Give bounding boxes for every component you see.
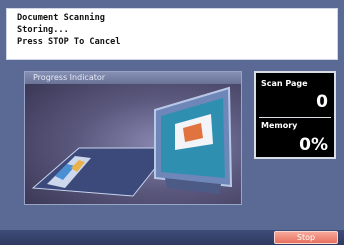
stop-button[interactable]: Stop (274, 231, 338, 244)
progress-indicator-title: Progress Indicator (25, 72, 241, 84)
scan-page-label: Scan Page (261, 79, 308, 88)
scan-counter-box: Scan Page 0 Memory 0% (254, 71, 336, 159)
memory-label: Memory (261, 121, 298, 130)
scanner-platen (31, 147, 173, 197)
status-line-instruction: Press STOP To Cancel (17, 37, 121, 47)
status-message-panel: Document Scanning Storing... Press STOP … (6, 8, 338, 60)
progress-indicator-panel: Progress Indicator (24, 71, 242, 205)
scan-to-monitor-illustration (31, 86, 233, 197)
status-line-state: Storing... (17, 25, 69, 35)
scan-page-value: 0 (316, 92, 328, 112)
bottom-action-bar: Stop (0, 230, 344, 245)
counter-divider (259, 117, 331, 118)
status-line-title: Document Scanning (17, 13, 105, 23)
memory-value: 0% (299, 135, 328, 155)
